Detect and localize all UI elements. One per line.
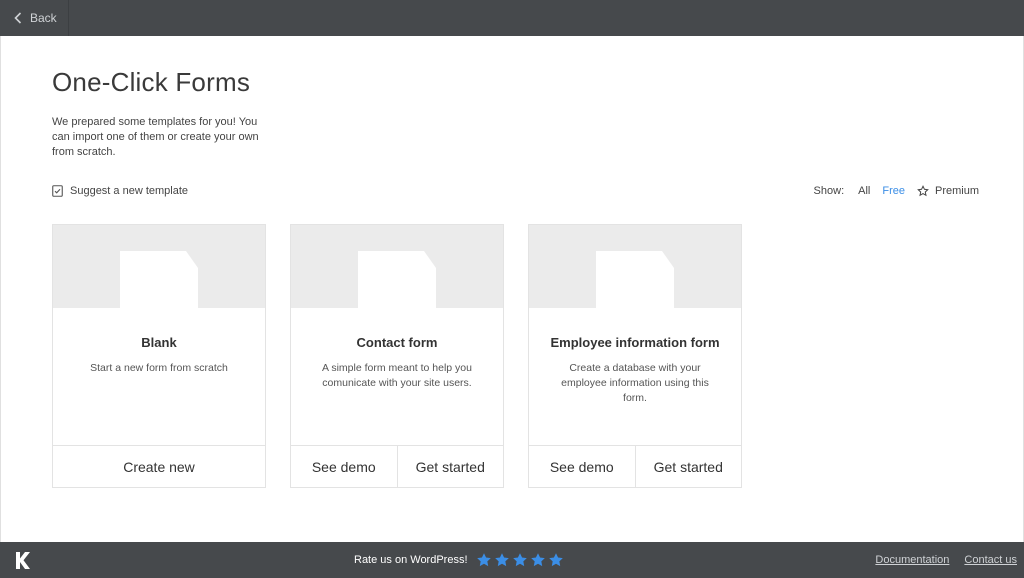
- rating-stars: [476, 552, 566, 568]
- template-description: Start a new form from scratch: [90, 362, 228, 374]
- template-card-employee-information-form: Employee information form Create a datab…: [528, 224, 742, 488]
- template-description: A simple form meant to help you comunica…: [322, 362, 472, 389]
- top-bar: Back: [0, 0, 1024, 36]
- template-name: Contact form: [356, 335, 438, 350]
- page-description: We prepared some templates for you! You …: [52, 116, 259, 158]
- get-started-button[interactable]: Get started: [396, 446, 504, 487]
- template-thumbnail: [291, 225, 503, 308]
- logo: [15, 551, 31, 575]
- contact-us-link[interactable]: Contact us: [964, 554, 1017, 566]
- star-icon[interactable]: [476, 552, 492, 568]
- star-outline-icon: [917, 185, 929, 197]
- template-name: Employee information form: [550, 335, 720, 350]
- star-icon[interactable]: [548, 552, 564, 568]
- divider: [68, 0, 69, 36]
- template-card-contact-form: Contact form A simple form meant to help…: [290, 224, 504, 488]
- document-icon: [596, 251, 674, 308]
- documentation-link[interactable]: Documentation: [875, 554, 949, 566]
- footer-bar: Rate us on WordPress! Documentation Cont…: [0, 542, 1024, 578]
- back-button[interactable]: Back: [0, 0, 68, 36]
- filter-all[interactable]: All: [858, 185, 870, 197]
- chevron-left-icon: [14, 12, 22, 24]
- template-filter: Show: All Free Premium: [814, 185, 979, 197]
- template-actions: Create new: [53, 445, 265, 487]
- template-name: Blank: [141, 335, 177, 350]
- show-label: Show:: [813, 185, 845, 197]
- back-label: Back: [30, 11, 57, 25]
- rate-us: Rate us on WordPress!: [354, 542, 566, 578]
- suggest-template-link[interactable]: Suggest a new template: [52, 185, 188, 197]
- document-icon: [120, 251, 198, 308]
- document-icon: [358, 251, 436, 308]
- template-description: Create a database with your employee inf…: [561, 362, 709, 404]
- template-card-blank: Blank Start a new form from scratch Crea…: [52, 224, 266, 488]
- template-thumbnail: [529, 225, 741, 308]
- filter-free[interactable]: Free: [882, 185, 905, 197]
- k-logo-icon: [16, 552, 30, 569]
- main-content: One-Click Forms We prepared some templat…: [0, 36, 1024, 542]
- template-thumbnail: [53, 225, 265, 308]
- get-started-button[interactable]: Get started: [634, 446, 742, 487]
- rate-label: Rate us on WordPress!: [354, 554, 468, 566]
- star-icon[interactable]: [494, 552, 510, 568]
- filter-premium-label: Premium: [934, 185, 979, 197]
- filter-premium[interactable]: Premium: [917, 185, 979, 197]
- suggest-template-label: Suggest a new template: [70, 185, 189, 197]
- checklist-icon: [52, 185, 63, 197]
- page-title: One-Click Forms: [52, 67, 251, 97]
- star-icon[interactable]: [530, 552, 546, 568]
- template-actions: See demo Get started: [529, 445, 741, 487]
- see-demo-button[interactable]: See demo: [529, 446, 635, 487]
- template-actions: See demo Get started: [291, 445, 503, 487]
- footer-links: Documentation Contact us: [860, 542, 1017, 578]
- create-new-button[interactable]: Create new: [53, 446, 265, 487]
- star-icon[interactable]: [512, 552, 528, 568]
- see-demo-button[interactable]: See demo: [291, 446, 397, 487]
